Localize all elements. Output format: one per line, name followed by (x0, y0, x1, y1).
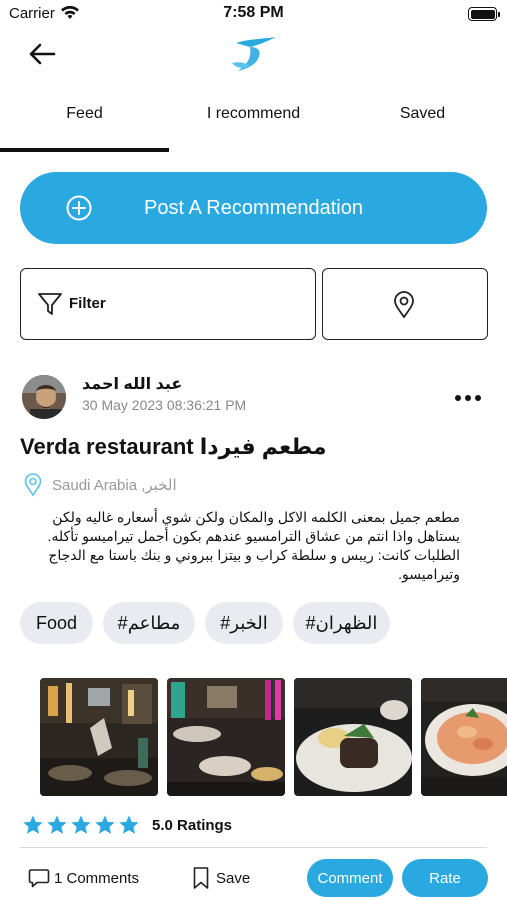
rating-row[interactable]: 5.0 Ratings (22, 813, 232, 837)
active-tab-indicator (0, 148, 169, 152)
avatar-photo (22, 375, 66, 419)
restaurant-interior-photo[interactable] (40, 678, 158, 796)
divider (20, 847, 487, 848)
star-icon (23, 815, 43, 834)
filter-button[interactable]: Filter (20, 268, 316, 340)
place-location-text: Saudi Arabia ,الخبر (52, 477, 177, 494)
star-icon (95, 815, 115, 834)
status-bar: Carrier 7:58 PM (0, 0, 507, 30)
tag-list: Food #مطاعم #الخبر #الظهران (20, 602, 500, 644)
rating-label: 5.0 Ratings (152, 816, 233, 834)
place-location: Saudi Arabia ,الخبر (24, 473, 177, 497)
bookmark-icon (193, 867, 209, 889)
tag-chip[interactable]: Food (20, 602, 93, 644)
post-date: 30 May 2023 08:36:21 PM (82, 397, 247, 413)
photo-carousel[interactable] (40, 678, 507, 796)
pink-pasta-photo[interactable] (421, 678, 507, 796)
save-button[interactable]: Save (192, 867, 250, 889)
post-recommendation-button[interactable]: Post A Recommendation (20, 172, 487, 244)
comments-link[interactable]: 1 Comments (28, 867, 139, 889)
review-text: مطعم جميل بمعنى الكلمه الاكل والمكان ولك… (47, 509, 460, 582)
place-title: Verda restaurant مطعم فيردا (20, 434, 327, 459)
back-button[interactable] (26, 38, 58, 70)
tab-i-recommend[interactable]: I recommend (169, 92, 338, 154)
nav-bar (0, 30, 507, 78)
ribs-dish-photo[interactable] (294, 678, 412, 796)
tag-chip[interactable]: #الخبر (205, 602, 283, 644)
tag-chip[interactable]: #الظهران (293, 602, 390, 644)
star-rating (22, 814, 140, 836)
author-name[interactable]: عبد الله احمد (82, 374, 182, 394)
battery-icon (468, 7, 500, 21)
post-recommendation-label: Post A Recommendation (143, 196, 363, 219)
location-filter-button[interactable] (322, 268, 488, 340)
restaurant-dining-photo[interactable] (167, 678, 285, 796)
rate-button[interactable]: Rate (402, 859, 488, 897)
star-icon (119, 815, 139, 834)
comment-icon (28, 869, 50, 888)
star-icon (47, 815, 67, 834)
star-icon (71, 815, 91, 834)
tab-bar: Feed I recommend Saved (0, 92, 507, 154)
plus-circle-icon (66, 195, 92, 221)
map-pin-icon (24, 473, 42, 497)
tag-chip[interactable]: #مطاعم (103, 602, 195, 644)
map-pin-icon (394, 291, 414, 319)
funnel-icon (38, 293, 62, 315)
tab-feed[interactable]: Feed (0, 92, 169, 154)
avatar[interactable] (22, 375, 66, 419)
comment-button[interactable]: Comment (307, 859, 393, 897)
app-logo-icon (232, 37, 276, 71)
tab-saved[interactable]: Saved (338, 92, 507, 154)
more-options-icon[interactable] (452, 388, 484, 408)
save-label: Save (216, 869, 251, 887)
arrow-left-icon (29, 43, 56, 65)
clock: 7:58 PM (223, 4, 284, 21)
comments-count: 1 Comments (54, 869, 140, 887)
filter-label: Filter (69, 295, 106, 312)
